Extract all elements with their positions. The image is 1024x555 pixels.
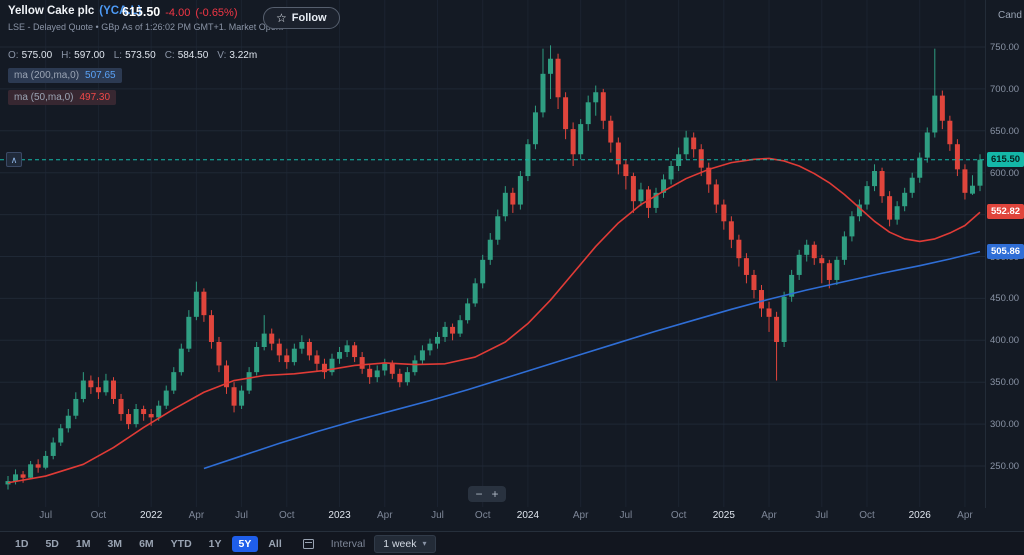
time-tick-label: Apr bbox=[188, 510, 205, 521]
time-tick-label: Oct bbox=[90, 510, 107, 521]
star-icon: ☆ bbox=[276, 11, 287, 25]
range-button-5y[interactable]: 5Y bbox=[231, 535, 259, 552]
ma200-value: 507.65 bbox=[85, 70, 116, 81]
time-tick-label: Apr bbox=[761, 510, 777, 521]
price-badge: 615.50 bbox=[987, 151, 1024, 167]
price-badge: 552.82 bbox=[987, 204, 1024, 220]
range-button-3m[interactable]: 3M bbox=[100, 536, 129, 552]
volume-label: V: bbox=[217, 50, 227, 61]
price-tick-label: 350.00 bbox=[990, 377, 1020, 389]
time-tick-label: Jul bbox=[39, 510, 53, 521]
range-button-ytd[interactable]: YTD bbox=[164, 536, 199, 552]
time-tick-label: Oct bbox=[474, 510, 491, 521]
ma50-value: 497.30 bbox=[79, 92, 111, 103]
price-tick-label: 400.00 bbox=[990, 335, 1020, 347]
low-value: 573.50 bbox=[125, 50, 156, 61]
high-label: H: bbox=[61, 50, 72, 61]
open-label: O: bbox=[8, 50, 19, 61]
close-value: 584.50 bbox=[177, 50, 209, 61]
calendar-icon bbox=[303, 538, 315, 549]
price-change: -4.00 bbox=[165, 7, 191, 19]
time-tick-label: Oct bbox=[859, 510, 875, 521]
ma200-legend-chip[interactable]: ma (200,ma,0) 507.65 bbox=[8, 68, 122, 83]
low-label: L: bbox=[113, 50, 123, 61]
time-tick-label: 2022 bbox=[140, 510, 163, 521]
ma200-label: ma (200,ma,0) bbox=[14, 70, 80, 81]
high-value: 597.00 bbox=[74, 50, 105, 61]
asof-info: As of 1:26:02 PM GMT+1. Market Open. bbox=[122, 22, 284, 32]
price-tick-label: 600.00 bbox=[990, 167, 1020, 179]
time-tick-label: Jul bbox=[235, 510, 248, 521]
ma50-label: ma (50,ma,0) bbox=[14, 92, 74, 103]
price-axis[interactable]: 250.00300.00350.00400.00450.00500.00550.… bbox=[985, 0, 1024, 508]
time-tick-label: 2026 bbox=[908, 510, 931, 521]
time-tick-label: 2025 bbox=[712, 510, 735, 521]
date-range-button[interactable] bbox=[300, 536, 318, 552]
close-label: C: bbox=[164, 50, 175, 61]
follow-button[interactable]: ☆ Follow bbox=[263, 7, 340, 29]
company-name: Yellow Cake plc bbox=[8, 5, 95, 17]
price-tick-label: 700.00 bbox=[990, 83, 1020, 95]
time-tick-label: Oct bbox=[670, 510, 687, 521]
chart-legend: O: 575.00 H: 597.00 L: 573.50 C: 584.50 … bbox=[6, 50, 257, 167]
ma50-legend-chip[interactable]: ma (50,ma,0) 497.30 bbox=[8, 90, 117, 105]
interval-label: Interval bbox=[330, 537, 366, 550]
volume-value: 3.22m bbox=[229, 50, 258, 61]
time-tick-label: Jul bbox=[431, 510, 444, 521]
range-button-1m[interactable]: 1M bbox=[69, 536, 98, 552]
price-tick-label: 300.00 bbox=[990, 419, 1020, 431]
time-tick-label: Apr bbox=[376, 510, 393, 521]
range-button-1d[interactable]: 1D bbox=[8, 536, 35, 552]
time-tick-label: 2024 bbox=[516, 510, 540, 521]
time-tick-label: Jul bbox=[815, 510, 829, 521]
range-button-all[interactable]: All bbox=[261, 536, 288, 552]
quote-header: Yellow Cake plc (YCA.L) 615.50 -4.00 (-0… bbox=[8, 5, 283, 32]
last-price: 615.50 bbox=[122, 5, 161, 19]
chart-type-dropdown[interactable]: Cand bbox=[998, 10, 1022, 21]
stock-chart-app: Yellow Cake plc (YCA.L) 615.50 -4.00 (-0… bbox=[0, 0, 1024, 555]
time-tick-label: Apr bbox=[957, 510, 973, 521]
time-tick-label: Apr bbox=[572, 510, 589, 521]
price-tick-label: 250.00 bbox=[990, 461, 1020, 472]
open-value: 575.00 bbox=[21, 50, 53, 61]
range-button-1y[interactable]: 1Y bbox=[202, 536, 229, 552]
chevron-down-icon: ▾ bbox=[422, 539, 427, 548]
zoom-in-button[interactable]: + bbox=[488, 487, 502, 501]
exchange-info: LSE - Delayed Quote • GBp bbox=[8, 22, 120, 32]
interval-dropdown[interactable]: 1 week ▾ bbox=[374, 534, 436, 553]
price-tick-label: 750.00 bbox=[990, 42, 1020, 53]
time-tick-label: Oct bbox=[279, 510, 295, 521]
follow-label: Follow bbox=[291, 12, 327, 24]
ohlc-legend: O: 575.00 H: 597.00 L: 573.50 C: 584.50 … bbox=[8, 50, 257, 61]
range-button-5d[interactable]: 5D bbox=[38, 536, 65, 552]
time-axis[interactable]: Jul Oct 2022 Apr Jul Oct 2023 Apr Jul Oct 2024 Apr J… bbox=[0, 510, 985, 526]
price-badge: 505.86 bbox=[987, 243, 1024, 259]
time-tick-label: Jul bbox=[619, 510, 633, 521]
range-button-6m[interactable]: 6M bbox=[132, 536, 161, 552]
chart-toolbar: 1D 5D 1M 3M 6M YTD 1Y 5Y All Interval 1 week ▾ bbox=[0, 531, 1024, 555]
price-tick-label: 450.00 bbox=[990, 293, 1020, 305]
zoom-controls: − + bbox=[468, 486, 506, 502]
time-tick-label: 2023 bbox=[328, 510, 351, 521]
interval-value: 1 week bbox=[383, 537, 417, 550]
price-change-pct: (-0.65%) bbox=[195, 7, 238, 19]
range-selector: 1D 5D 1M 3M 6M YTD 1Y 5Y All bbox=[8, 535, 289, 552]
zoom-out-button[interactable]: − bbox=[472, 487, 486, 501]
price-tick-label: 650.00 bbox=[990, 125, 1020, 137]
legend-collapse-icon[interactable]: ∧ bbox=[6, 152, 22, 167]
